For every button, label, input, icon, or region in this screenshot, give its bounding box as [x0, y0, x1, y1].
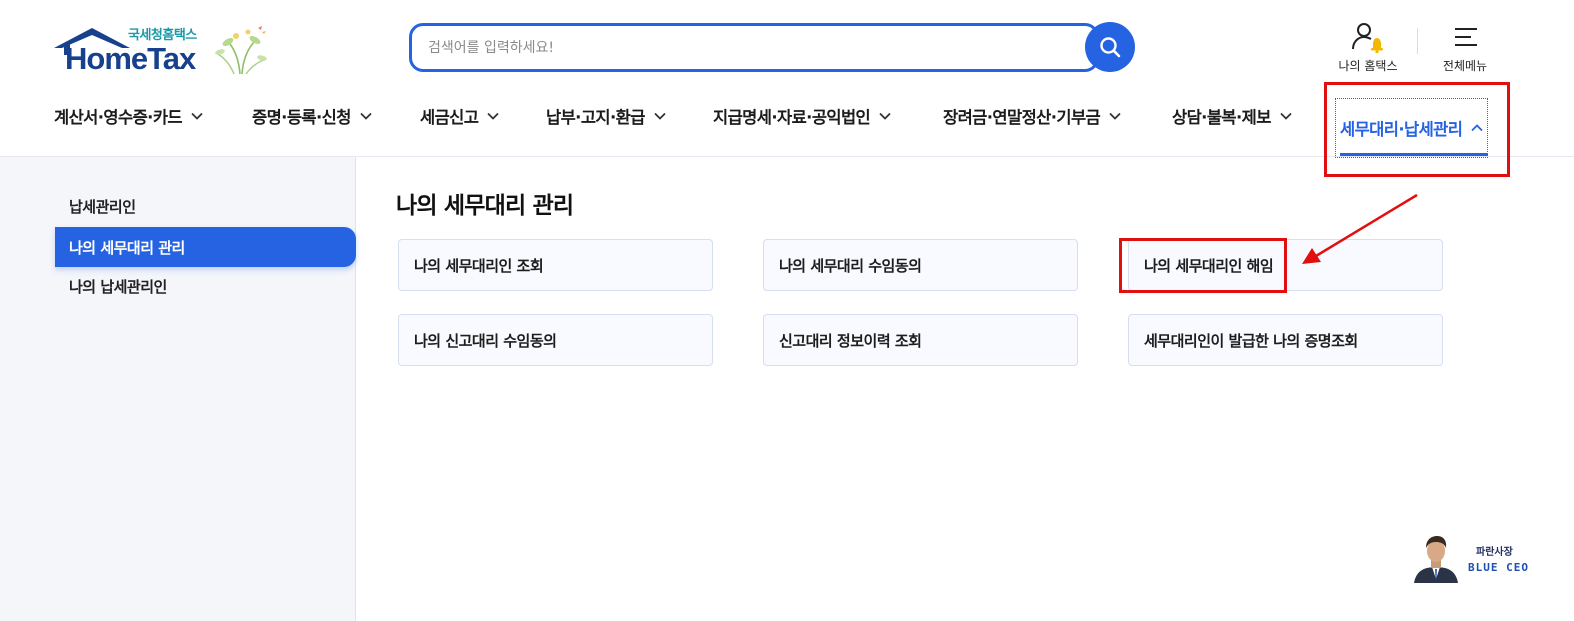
card-certificates-issued-by-agent[interactable]: 세무대리인이 발급한 나의 증명조회	[1128, 314, 1443, 366]
gnb-item-label: 장려금·연말정산·기부금	[943, 108, 1101, 127]
chevron-down-icon	[360, 112, 372, 120]
card-tax-agent-consent[interactable]: 나의 세무대리 수임동의	[763, 239, 1078, 291]
card-label: 신고대리 정보이력 조회	[779, 331, 922, 350]
my-hometax-button[interactable]: 나의 홈택스	[1330, 18, 1406, 74]
sidebar-item-tax-administrator[interactable]: 납세관리인	[55, 186, 356, 226]
chevron-down-icon	[879, 112, 891, 120]
card-dismiss-tax-agent[interactable]: 나의 세무대리인 해임	[1128, 239, 1443, 291]
gnb-item-tax-agent-management[interactable]: 세무대리·납세관리	[1334, 98, 1489, 158]
gnb-item-label: 세금신고	[420, 108, 479, 127]
chevron-down-icon	[654, 112, 666, 120]
gnb-item-label: 세무대리·납세관리	[1340, 120, 1463, 139]
full-menu-label: 전체메뉴	[1442, 59, 1488, 73]
businessman-avatar-icon	[1414, 536, 1458, 583]
gnb-item-label: 상담·불복·제보	[1172, 108, 1271, 127]
gnb-item-payment-notice-refund[interactable]: 납부·고지·환급	[546, 96, 666, 136]
chevron-down-icon	[1280, 112, 1292, 120]
gnb-item-tax-filing[interactable]: 세금신고	[420, 96, 499, 136]
logo-english-text: HomeTax	[65, 41, 196, 76]
gnb-item-invoice-receipt-card[interactable]: 계산서·영수증·카드	[54, 96, 203, 136]
page-title: 나의 세무대리 관리	[396, 193, 574, 219]
watermark-english-text: BLUE CEO	[1468, 561, 1529, 574]
sidebar-item-label: 나의 세무대리 관리	[69, 238, 185, 257]
search-button[interactable]	[1085, 22, 1135, 72]
card-label: 나의 세무대리 수임동의	[779, 256, 922, 275]
full-menu-button[interactable]: 전체메뉴	[1430, 18, 1500, 74]
card-filing-agent-history[interactable]: 신고대리 정보이력 조회	[763, 314, 1078, 366]
hamburger-menu-icon	[1455, 28, 1477, 46]
gnb-item-label: 계산서·영수증·카드	[54, 108, 183, 127]
card-label: 나의 신고대리 수임동의	[414, 331, 557, 350]
search-input[interactable]	[428, 36, 1068, 60]
hometax-logo[interactable]: 국세청홈택스 HomeTax	[54, 22, 269, 78]
card-label: 세무대리인이 발급한 나의 증명조회	[1144, 331, 1358, 350]
header-divider	[1417, 28, 1418, 54]
sidebar-item-label: 납세관리인	[69, 197, 136, 216]
card-filing-agent-consent[interactable]: 나의 신고대리 수임동의	[398, 314, 713, 366]
gnb-item-incentive-yearend-donation[interactable]: 장려금·연말정산·기부금	[943, 96, 1121, 136]
card-view-my-tax-agent[interactable]: 나의 세무대리인 조회	[398, 239, 713, 291]
sidebar-item-my-tax-administrator[interactable]: 나의 납세관리인	[55, 266, 356, 306]
sidebar-item-label: 나의 납세관리인	[69, 277, 167, 296]
plant-illustration-icon	[215, 26, 267, 75]
chevron-up-icon	[1471, 124, 1483, 132]
chevron-down-icon	[487, 112, 499, 120]
search-icon	[1100, 37, 1121, 58]
card-label: 나의 세무대리인 조회	[414, 256, 544, 275]
chevron-down-icon	[191, 112, 203, 120]
my-hometax-label: 나의 홈택스	[1338, 59, 1398, 73]
gnb-item-label: 납부·고지·환급	[546, 108, 645, 127]
blue-ceo-watermark: 파란사장 BLUE CEO	[1410, 533, 1540, 585]
search-box	[409, 23, 1099, 72]
sidebar-item-my-tax-agent-management[interactable]: 나의 세무대리 관리	[55, 227, 356, 267]
side-navigation: 납세관리인 나의 세무대리 관리 나의 납세관리인	[0, 157, 356, 621]
global-navigation: 계산서·영수증·카드 증명·등록·신청 세금신고 납부·고지·환급 지급명세·자…	[0, 96, 1574, 158]
user-bell-icon	[1352, 23, 1383, 53]
site-header: 국세청홈택스 HomeTax 검색어를 입력하세요! 나의 홈택스 전체메뉴 계…	[0, 0, 1574, 158]
gnb-item-certificate-registration[interactable]: 증명·등록·신청	[252, 96, 372, 136]
active-tab-underline	[1340, 153, 1488, 156]
gnb-item-label: 증명·등록·신청	[252, 108, 351, 127]
gnb-item-label: 지급명세·자료·공익법인	[713, 108, 871, 127]
gnb-item-payment-statement[interactable]: 지급명세·자료·공익법인	[713, 96, 891, 136]
chevron-down-icon	[1109, 112, 1121, 120]
card-label: 나의 세무대리인 해임	[1144, 256, 1274, 275]
watermark-korean-text: 파란사장	[1476, 547, 1513, 558]
gnb-item-consulting-appeal-report[interactable]: 상담·불복·제보	[1172, 96, 1292, 136]
